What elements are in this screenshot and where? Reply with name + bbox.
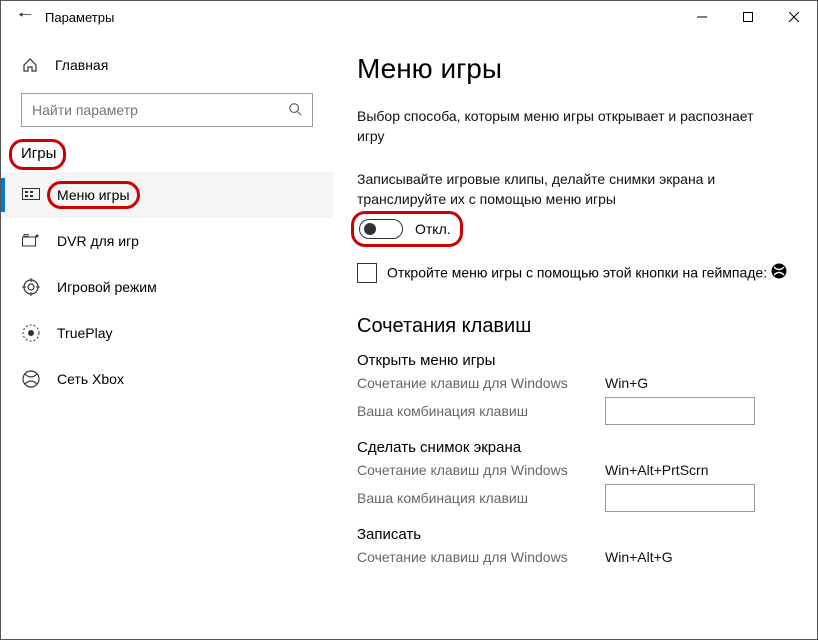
shortcut-your-label: Ваша комбинация клавиш: [357, 490, 605, 506]
sidebar: Главная Игры Меню игры: [1, 33, 333, 639]
shortcut-input-open[interactable]: [605, 397, 755, 425]
home-label: Главная: [55, 57, 108, 73]
checkbox-label: Откройте меню игры с помощью этой кнопки…: [387, 263, 787, 285]
back-button[interactable]: 🠐: [9, 4, 41, 31]
shortcut-title: Открыть меню игры: [357, 352, 793, 369]
shortcut-win-value: Win+G: [605, 375, 648, 391]
xbox-icon: [771, 263, 787, 285]
titlebar: 🠐 Параметры: [1, 1, 817, 33]
shortcut-record: Записать Сочетание клавиш для Windows Wi…: [357, 526, 793, 565]
page-description: Выбор способа, которым меню игры открыва…: [357, 107, 777, 146]
shortcuts-heading: Сочетания клавиш: [357, 315, 793, 338]
home-nav[interactable]: Главная: [1, 45, 333, 85]
nav-label: Игровой режим: [57, 279, 157, 295]
nav-label: DVR для игр: [57, 233, 139, 249]
section-label: Игры: [1, 145, 56, 162]
shortcut-your-label: Ваша комбинация клавиш: [357, 403, 605, 419]
gamebar-icon: [21, 188, 41, 202]
shortcut-win-value: Win+Alt+PrtScrn: [605, 462, 708, 478]
shortcut-win-label: Сочетание клавиш для Windows: [357, 375, 605, 391]
shortcut-input-screenshot[interactable]: [605, 484, 755, 512]
nav-game-dvr[interactable]: DVR для игр: [1, 218, 333, 264]
home-icon: [21, 57, 39, 73]
settings-window: 🠐 Параметры Главная Игры: [0, 0, 818, 640]
dvr-icon: [21, 234, 41, 248]
content-pane: Меню игры Выбор способа, которым меню иг…: [333, 33, 817, 639]
search-icon: [286, 102, 304, 119]
nav-game-menu[interactable]: Меню игры: [1, 172, 333, 218]
page-heading: Меню игры: [357, 53, 793, 85]
toggle-state-label: Откл.: [415, 221, 451, 237]
gamemode-icon: [21, 278, 41, 296]
nav-label: Сеть Xbox: [57, 371, 124, 387]
window-title: Параметры: [45, 10, 114, 25]
search-input[interactable]: [30, 101, 286, 119]
nav-trueplay[interactable]: TruePlay: [1, 310, 333, 356]
shortcut-title: Сделать снимок экрана: [357, 439, 793, 456]
toggle-description: Записывайте игровые клипы, делайте снимк…: [357, 170, 777, 209]
shortcut-screenshot: Сделать снимок экрана Сочетание клавиш д…: [357, 439, 793, 512]
nav-label: Меню игры: [57, 187, 130, 203]
trueplay-icon: [21, 324, 41, 342]
shortcut-win-value: Win+Alt+G: [605, 549, 673, 565]
gamepad-open-checkbox[interactable]: [357, 263, 377, 283]
nav-game-mode[interactable]: Игровой режим: [1, 264, 333, 310]
search-box[interactable]: [21, 93, 313, 127]
shortcut-open-menu: Открыть меню игры Сочетание клавиш для W…: [357, 352, 793, 425]
close-button[interactable]: [771, 1, 817, 33]
minimize-button[interactable]: [679, 1, 725, 33]
shortcut-win-label: Сочетание клавиш для Windows: [357, 462, 605, 478]
nav-xbox-network[interactable]: Сеть Xbox: [1, 356, 333, 402]
nav-label: TruePlay: [57, 325, 113, 341]
maximize-button[interactable]: [725, 1, 771, 33]
gamebar-toggle[interactable]: [359, 219, 403, 239]
shortcut-win-label: Сочетание клавиш для Windows: [357, 549, 605, 565]
shortcut-title: Записать: [357, 526, 793, 543]
xbox-network-icon: [21, 370, 41, 388]
